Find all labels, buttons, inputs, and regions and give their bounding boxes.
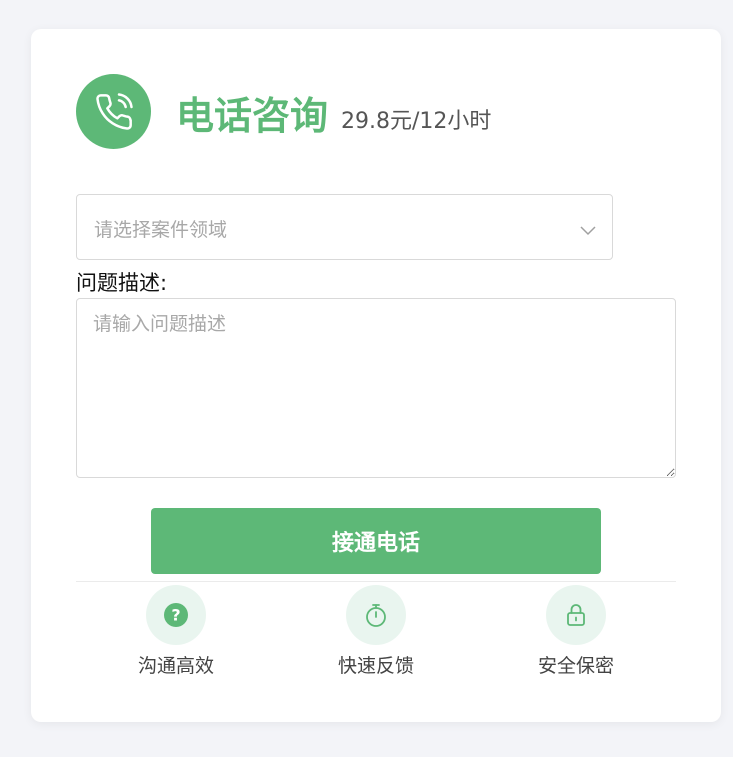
feature-fast: 快速反馈 xyxy=(316,585,436,680)
feature-efficient: ? 沟通高效 xyxy=(116,585,236,680)
phone-icon xyxy=(76,74,151,149)
consult-card: 电话咨询 29.8元/12小时 请选择案件领域 问题描述: 接通电话 ? 沟通高… xyxy=(31,29,721,722)
question-icon: ? xyxy=(146,585,206,645)
lock-icon xyxy=(546,585,606,645)
page-title: 电话咨询 xyxy=(176,94,329,138)
divider xyxy=(76,581,676,582)
stopwatch-icon xyxy=(346,585,406,645)
connect-call-button[interactable]: 接通电话 xyxy=(151,508,601,574)
chevron-down-icon xyxy=(580,221,596,240)
description-label: 问题描述: xyxy=(76,271,168,295)
feature-label: 快速反馈 xyxy=(337,655,414,677)
price-label: 29.8元/12小时 xyxy=(341,109,492,134)
description-input[interactable] xyxy=(76,298,676,478)
svg-text:?: ? xyxy=(171,606,180,625)
select-placeholder: 请选择案件领域 xyxy=(94,219,228,241)
case-field-select[interactable]: 请选择案件领域 xyxy=(76,194,613,260)
feature-label: 安全保密 xyxy=(537,655,614,677)
feature-secure: 安全保密 xyxy=(516,585,636,680)
feature-label: 沟通高效 xyxy=(137,655,214,677)
